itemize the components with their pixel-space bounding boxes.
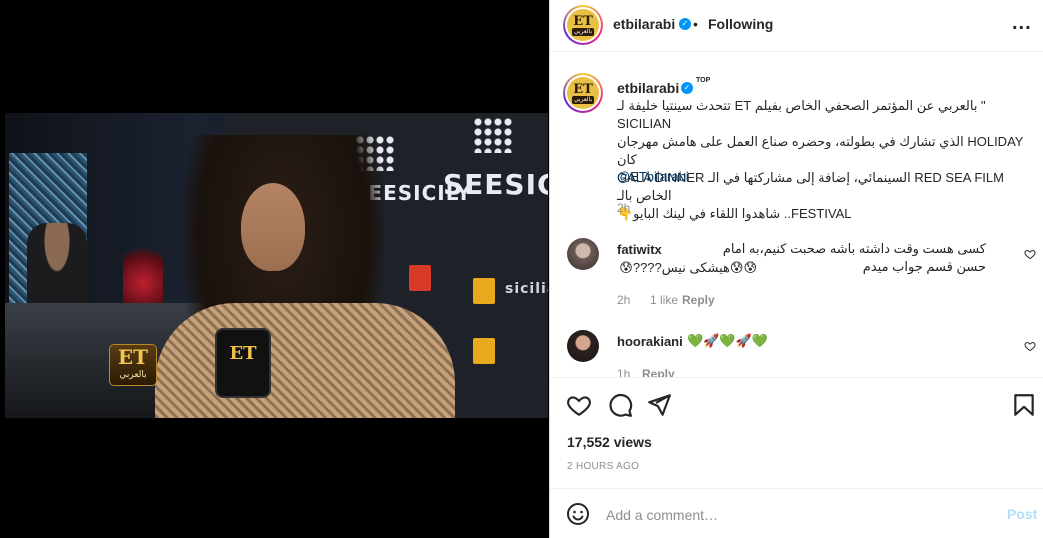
brand-text-siciliafilm: siciliafilm <box>505 281 548 297</box>
add-comment-input[interactable] <box>606 505 986 525</box>
add-comment-bar: Post <box>550 488 1043 538</box>
instagram-post-modal: SEESICILY SEESICIL siciliafilm ET ET بال… <box>0 0 1043 538</box>
comment-text: 💚🚀💚🚀💚 <box>687 333 768 348</box>
sponsor-logo <box>473 278 495 304</box>
header-separator: • <box>693 16 698 32</box>
author-avatar[interactable]: ET بالعربي <box>563 5 603 45</box>
comment-likes[interactable]: 1 like <box>650 293 678 307</box>
comment-like-heart-icon[interactable] <box>1024 340 1036 352</box>
brand-text-seesicil: SEESICIL <box>443 168 548 201</box>
comment-reply-button[interactable]: Reply <box>642 367 675 377</box>
sponsor-logo <box>473 338 495 364</box>
avatar-ring: ET بالعربي <box>565 75 601 111</box>
interviewee-sweater <box>155 303 455 418</box>
comment-username[interactable]: hoorakiani <box>617 334 683 349</box>
save-bookmark-icon[interactable] <box>1011 392 1037 418</box>
caption-line: FESTIVAL.. شاهدوا اللقاء في لينك البايو👇 <box>617 206 852 221</box>
more-options-icon[interactable]: ... <box>1012 12 1032 35</box>
top-fan-badge: TOP <box>696 77 711 84</box>
microphone-label: ET <box>229 343 257 364</box>
post-comment-button[interactable]: Post <box>1007 506 1037 522</box>
caption-line: HOLIDAY الذي تشارك في بطولته، وحضره صناع… <box>617 134 1024 167</box>
comment-reply-button[interactable]: Reply <box>682 293 715 307</box>
avatar-logo-main: ET <box>573 13 593 29</box>
et-watermark-sub: بالعربي <box>119 369 147 379</box>
post-actions: 17,552 views 2 HOURS AGO <box>550 377 1043 487</box>
commenter-avatar[interactable] <box>567 238 599 270</box>
video-panel[interactable]: SEESICILY SEESICIL siciliafilm ET ET بال… <box>0 0 549 538</box>
comment-like-heart-icon[interactable] <box>1024 248 1036 260</box>
comment-bubble-icon[interactable] <box>607 392 633 418</box>
et-watermark-main: ET <box>117 345 149 369</box>
post-header: ET بالعربي etbilarabi ✓ • Following ... <box>550 0 1043 52</box>
caption-line: " بالعربي عن المؤتمر الصحفي الخاص بفيلم … <box>617 98 986 131</box>
caption-username[interactable]: etbilarabi <box>617 80 679 96</box>
avatar-logo-main: ET <box>573 81 593 97</box>
comment-time[interactable]: 1h <box>617 367 630 377</box>
following-button[interactable]: Following <box>708 16 773 32</box>
view-count[interactable]: 17,552 views <box>567 434 652 450</box>
interviewee-face <box>241 183 305 271</box>
post-details-panel: ET بالعربي etbilarabi ✓ • Following ... … <box>549 0 1043 538</box>
verified-badge-icon: ✓ <box>679 18 691 30</box>
avatar-ring: ET بالعربي <box>565 7 601 43</box>
post-date[interactable]: 2 HOURS AGO <box>567 461 639 472</box>
et-logo-avatar: ET بالعربي <box>567 77 599 109</box>
caption-timestamp[interactable]: 2h <box>617 201 630 215</box>
video-frame[interactable]: SEESICILY SEESICIL siciliafilm ET ET بال… <box>5 113 548 418</box>
comment-text-continued: 😰😰هیشکی نیس????😰 <box>619 260 757 275</box>
post-caption: " بالعربي عن المؤتمر الصحفي الخاص بفيلم … <box>617 97 1032 223</box>
commenter-avatar[interactable] <box>567 330 599 362</box>
avatar-logo-sub: بالعربي <box>571 27 595 36</box>
header-username[interactable]: etbilarabi <box>613 16 675 32</box>
comment-time[interactable]: 2h <box>617 293 630 307</box>
caption-mention-link[interactable]: @ETbilarabi <box>617 169 689 184</box>
seesicily-logo-mark-2 <box>473 117 513 153</box>
share-paper-plane-icon[interactable] <box>646 392 672 418</box>
avatar-logo-sub: بالعربي <box>571 95 595 104</box>
emoji-smiley-icon[interactable] <box>566 502 590 526</box>
like-heart-icon[interactable] <box>566 392 592 418</box>
background-person <box>27 223 87 313</box>
comment-username[interactable]: fatiwitx <box>617 242 662 257</box>
et-watermark: ET بالعربي <box>109 344 157 386</box>
caption-author-avatar[interactable]: ET بالعربي <box>563 73 603 113</box>
sponsor-logo <box>409 265 431 291</box>
et-logo-avatar: ET بالعربي <box>567 9 599 41</box>
comments-scroll-area[interactable]: ET بالعربي etbilarabi ✓ TOP " بالعربي عن… <box>550 53 1043 377</box>
verified-badge-icon: ✓ <box>681 82 693 94</box>
